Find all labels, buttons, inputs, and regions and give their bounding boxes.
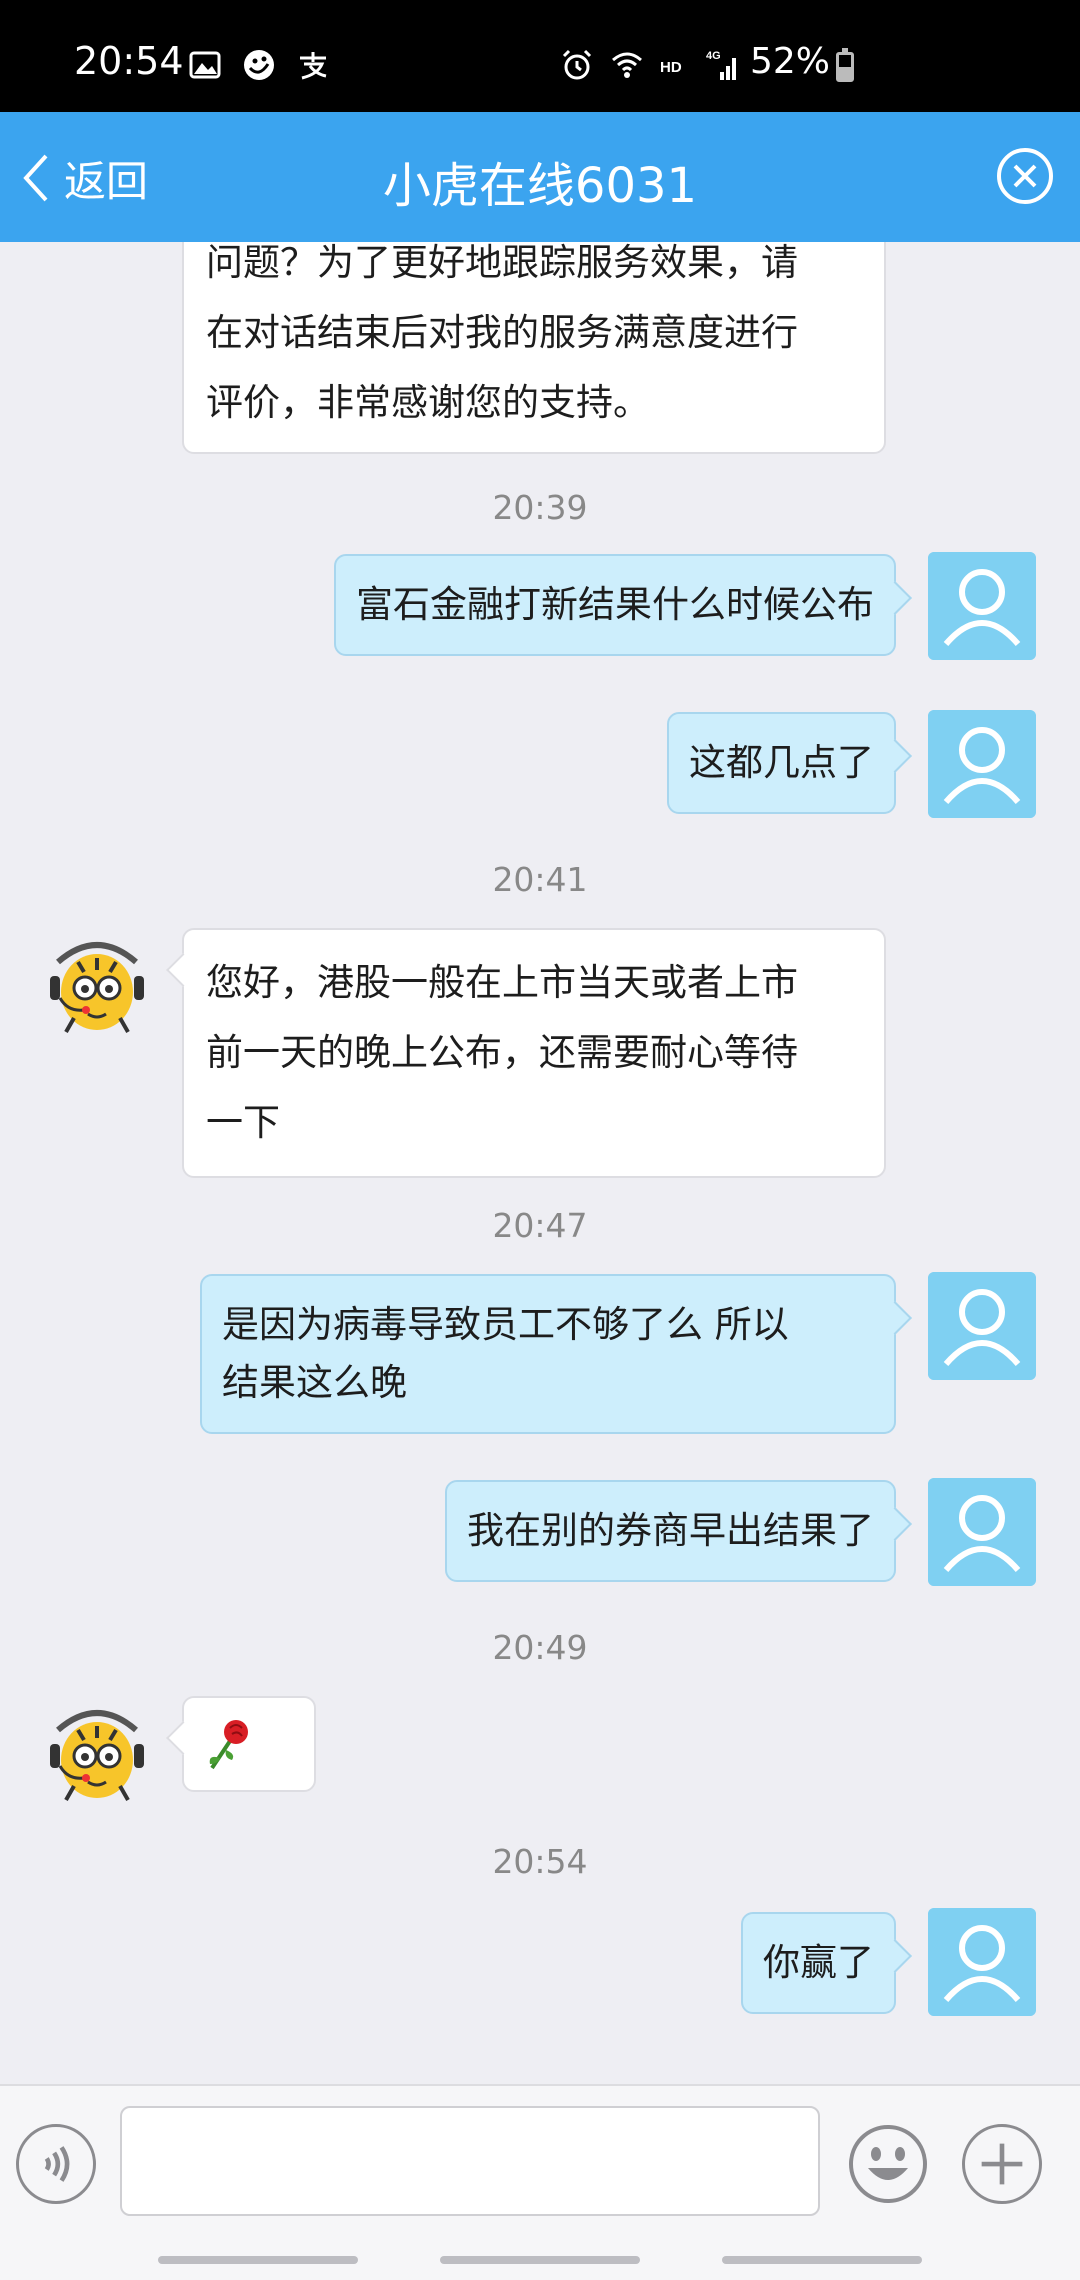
message-text: 这都几点了	[689, 741, 874, 784]
user-avatar-icon	[928, 1478, 1036, 1586]
message-bubble-agent[interactable]: 问题？为了更好地跟踪服务效果，请 在对话结束后对我的服务满意度进行 评价，非常感…	[182, 242, 886, 454]
message-bubble-agent[interactable]	[182, 1696, 316, 1792]
message-line: 结果这么晚	[222, 1361, 407, 1404]
message-line: 前一天的晚上公布，还需要耐心等待	[206, 1031, 798, 1074]
battery-percentage: 52%	[750, 41, 831, 82]
message-line: 在对话结束后对我的服务满意度进行	[206, 311, 798, 354]
user-avatar-icon	[928, 1908, 1036, 2016]
timestamp: 20:39	[492, 488, 588, 527]
input-bar	[0, 2084, 1080, 2240]
plus-icon[interactable]	[962, 2124, 1042, 2204]
4g-signal-icon: 4G	[706, 50, 736, 80]
alarm-icon	[562, 49, 592, 80]
timestamp: 20:49	[492, 1628, 588, 1667]
page-title: 小虎在线6031	[382, 158, 698, 214]
battery-fill	[839, 66, 851, 79]
message-line: 是因为病毒导致员工不够了么 所以	[222, 1303, 789, 1346]
status-time: 20:54	[74, 39, 184, 83]
user-avatar-icon	[928, 710, 1036, 818]
close-icon[interactable]	[996, 147, 1054, 205]
message-text: 你赢了	[763, 1941, 874, 1984]
message-line: 评价，非常感谢您的支持。	[206, 381, 650, 424]
chat-list[interactable]: 问题？为了更好地跟踪服务效果，请 在对话结束后对我的服务满意度进行 评价，非常感…	[0, 242, 1080, 2084]
message-text: 富石金融打新结果什么时候公布	[356, 583, 874, 626]
voice-icon[interactable]	[16, 2124, 96, 2204]
message-line: 问题？为了更好地跟踪服务效果，请	[206, 242, 798, 284]
svg-text:4G: 4G	[706, 50, 721, 62]
message-bubble-user[interactable]: 是因为病毒导致员工不够了么 所以 结果这么晚	[200, 1274, 896, 1434]
gallery-icon	[189, 51, 221, 79]
message-line: 一下	[206, 1101, 280, 1144]
svg-text:HD: HD	[660, 59, 682, 76]
user-avatar-icon	[928, 552, 1036, 660]
nav-back-button[interactable]	[722, 2256, 922, 2264]
wifi-icon	[612, 52, 642, 78]
system-nav-bar	[0, 2240, 1080, 2280]
message-line: 您好，港股一般在上市当天或者上市	[206, 961, 798, 1004]
message-text: 我在别的券商早出结果了	[467, 1509, 874, 1552]
timestamp: 20:41	[492, 860, 588, 899]
status-bar: 20:54 HD 4G 52%	[0, 0, 1080, 112]
message-bubble-user[interactable]: 这都几点了	[667, 712, 896, 814]
message-bubble-agent[interactable]: 您好，港股一般在上市当天或者上市 前一天的晚上公布，还需要耐心等待 一下	[182, 928, 886, 1178]
tiger-avatar-icon	[50, 942, 144, 1033]
message-bubble-user[interactable]: 你赢了	[741, 1912, 896, 2014]
battery-icon	[836, 48, 854, 82]
user-avatar-icon	[928, 1272, 1036, 1380]
hd-icon: HD	[660, 59, 682, 76]
rose-emoji-icon	[209, 1720, 248, 1770]
message-bubble-user[interactable]: 我在别的券商早出结果了	[445, 1480, 896, 1582]
title-bar: 返回 小虎在线6031	[0, 112, 1080, 242]
app-icon	[244, 50, 274, 80]
alipay-icon	[300, 52, 327, 80]
timestamp: 20:54	[492, 1842, 588, 1881]
timestamp: 20:47	[492, 1206, 588, 1245]
emoji-icon[interactable]	[848, 2124, 928, 2204]
tiger-avatar-icon	[50, 1710, 144, 1801]
message-input[interactable]	[120, 2106, 820, 2216]
nav-recent-button[interactable]	[158, 2256, 358, 2264]
nav-home-button[interactable]	[440, 2256, 640, 2264]
message-bubble-user[interactable]: 富石金融打新结果什么时候公布	[334, 554, 896, 656]
